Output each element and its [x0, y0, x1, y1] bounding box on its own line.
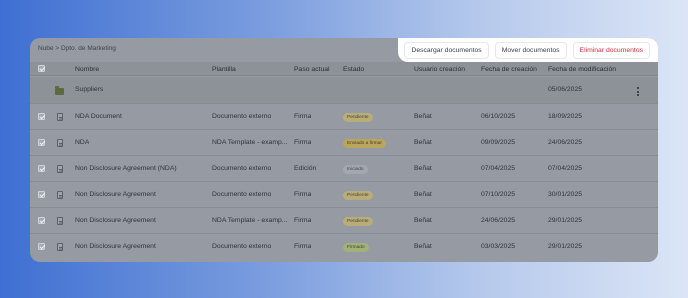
row-modified: 24/06/2025 — [548, 139, 583, 146]
row-step: Firma — [294, 139, 312, 146]
document-icon — [57, 113, 63, 121]
row-modified: 18/09/2025 — [548, 113, 583, 120]
status-badge: Pendiente — [343, 191, 373, 200]
row-created: 07/10/2025 — [481, 191, 516, 198]
row-modified: 29/01/2025 — [548, 217, 583, 224]
download-documents-button[interactable]: Descargar documentos — [404, 41, 489, 59]
row-modified: 29/01/2025 — [548, 243, 583, 250]
document-icon — [57, 243, 63, 251]
row-user: Beñat — [414, 243, 432, 250]
row-checkbox[interactable] — [38, 165, 45, 172]
move-documents-button[interactable]: Mover documentos — [494, 41, 567, 59]
table-row[interactable]: NDA Document Documento externo Firma Pen… — [30, 104, 658, 130]
status-badge: Pendiente — [343, 113, 373, 122]
table-row[interactable]: Non Disclosure Agreement (NDA) Documento… — [30, 156, 658, 182]
row-user: Beñat — [414, 165, 432, 172]
row-name[interactable]: NDA — [75, 139, 89, 146]
row-template: Documento externo — [212, 191, 272, 198]
column-header-user[interactable]: Usuario creación — [414, 66, 465, 73]
table-header: Nombre Plantilla Paso actual Estado Usua… — [30, 62, 658, 76]
row-step: Firma — [294, 243, 312, 250]
folder-icon — [55, 86, 64, 95]
folder-modified-date: 05/06/2025 — [548, 86, 583, 93]
more-vertical-icon[interactable] — [637, 87, 639, 96]
row-created: 06/10/2025 — [481, 113, 516, 120]
row-step: Firma — [294, 217, 312, 224]
column-header-created[interactable]: Fecha de creación — [481, 66, 537, 73]
row-checkbox[interactable] — [38, 217, 45, 224]
table-row[interactable]: Non Disclosure Agreement Documento exter… — [30, 182, 658, 208]
row-name[interactable]: Non Disclosure Agreement — [75, 243, 156, 250]
row-created: 24/06/2025 — [481, 217, 516, 224]
row-user: Beñat — [414, 139, 432, 146]
column-header-modified[interactable]: Fecha de modificación — [548, 66, 616, 73]
row-user: Beñat — [414, 113, 432, 120]
row-name[interactable]: Non Disclosure Agreement — [75, 217, 156, 224]
row-created: 03/03/2025 — [481, 243, 516, 250]
row-template: Documento externo — [212, 113, 272, 120]
row-checkbox[interactable] — [38, 113, 45, 120]
top-bar: Nube > Dpto. de Marketing Descargar docu… — [30, 38, 658, 62]
row-name[interactable]: Non Disclosure Agreement — [75, 191, 156, 198]
row-template: NDA Template - examp... — [212, 217, 288, 224]
row-created: 09/09/2025 — [481, 139, 516, 146]
row-modified: 30/01/2025 — [548, 191, 583, 198]
documents-window: Nube > Dpto. de Marketing Descargar docu… — [30, 38, 658, 262]
table-row[interactable]: NDA NDA Template - examp... Firma Enviad… — [30, 130, 658, 156]
column-header-template[interactable]: Plantilla — [212, 66, 236, 73]
row-name[interactable]: Non Disclosure Agreement (NDA) — [75, 165, 177, 172]
row-template: Documento externo — [212, 165, 272, 172]
row-step: Firma — [294, 113, 312, 120]
column-header-name[interactable]: Nombre — [75, 66, 99, 73]
row-checkbox[interactable] — [38, 191, 45, 198]
status-badge: Pendiente — [343, 217, 373, 226]
row-step: Edición — [294, 165, 317, 172]
table-row[interactable]: Non Disclosure Agreement Documento exter… — [30, 234, 658, 262]
folder-row[interactable]: Suppliers 05/06/2025 — [30, 77, 658, 104]
row-user: Beñat — [414, 217, 432, 224]
table-row[interactable]: Non Disclosure Agreement NDA Template - … — [30, 208, 658, 234]
row-checkbox[interactable] — [38, 243, 45, 250]
folder-name[interactable]: Suppliers — [75, 86, 103, 93]
document-icon — [57, 217, 63, 225]
document-icon — [57, 139, 63, 147]
status-badge: Firmado — [343, 243, 369, 252]
row-template: NDA Template - examp... — [212, 139, 288, 146]
row-modified: 07/04/2025 — [548, 165, 583, 172]
select-all-checkbox[interactable] — [38, 65, 45, 72]
column-header-step[interactable]: Paso actual — [294, 66, 330, 73]
breadcrumb[interactable]: Nube > Dpto. de Marketing — [38, 45, 116, 52]
row-name[interactable]: NDA Document — [75, 113, 122, 120]
document-icon — [57, 191, 63, 199]
row-checkbox[interactable] — [38, 139, 45, 146]
row-step: Firma — [294, 191, 312, 198]
document-icon — [57, 165, 63, 173]
row-created: 07/04/2025 — [481, 165, 516, 172]
delete-documents-button[interactable]: Eliminar documentos — [572, 41, 650, 59]
row-template: Documento externo — [212, 243, 272, 250]
row-user: Beñat — [414, 191, 432, 198]
status-badge: Enviado a firmar — [343, 139, 386, 148]
column-header-status[interactable]: Estado — [343, 66, 364, 73]
bulk-actions-bar: Descargar documentos Mover documentos El… — [398, 38, 658, 62]
status-badge: Iniciado — [343, 165, 368, 174]
